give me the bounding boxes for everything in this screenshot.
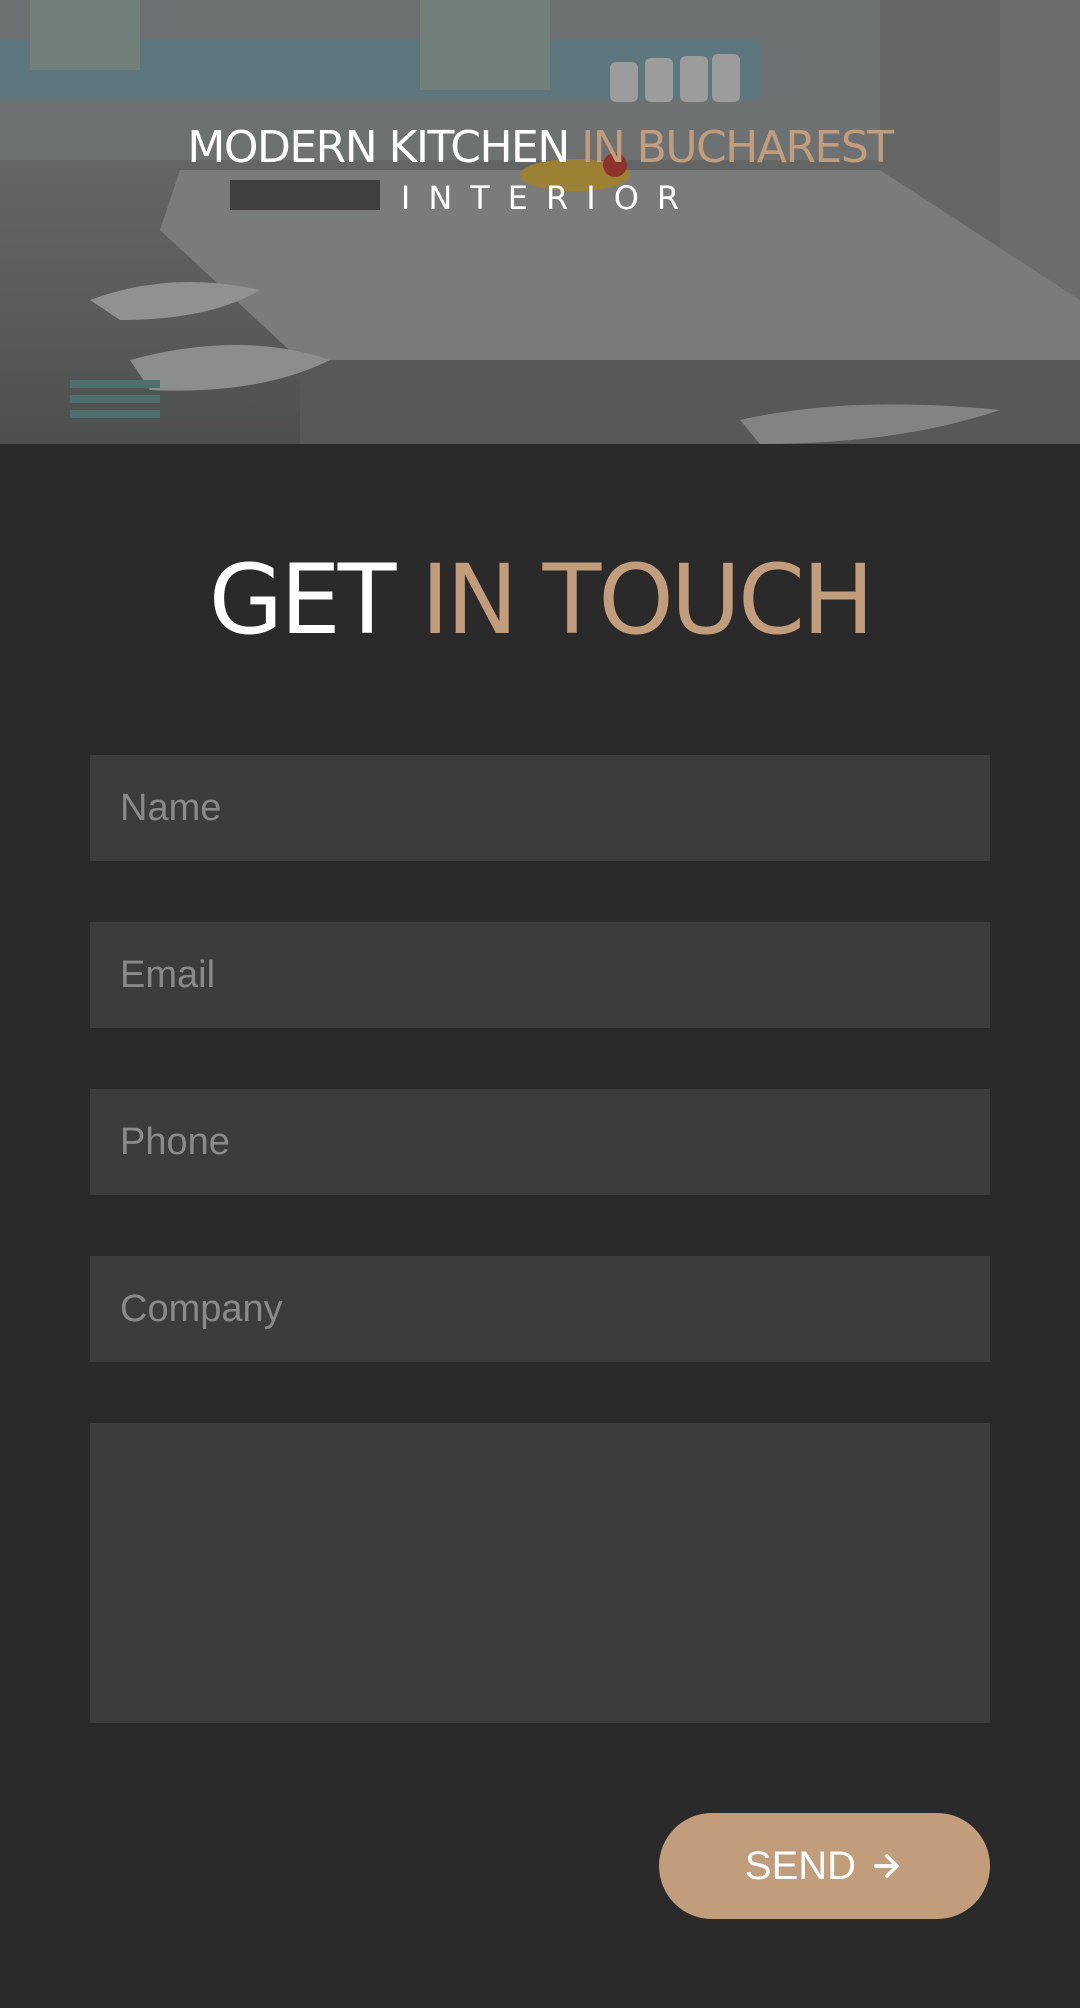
hero-title-main: MODERN KITCHEN bbox=[187, 122, 570, 173]
hero-overlay bbox=[0, 0, 1080, 444]
email-input[interactable] bbox=[90, 922, 990, 1028]
send-button-label: SEND bbox=[744, 1843, 857, 1888]
contact-heading-main: GET bbox=[208, 544, 397, 656]
hero-title: MODERN KITCHEN IN BUCHAREST bbox=[0, 118, 1080, 178]
page: MODERN KITCHEN IN BUCHAREST INTERIOR GET… bbox=[0, 0, 1080, 2008]
phone-input[interactable] bbox=[90, 1089, 990, 1195]
contact-heading: GET IN TOUCH bbox=[0, 540, 1080, 660]
company-input[interactable] bbox=[90, 1256, 990, 1362]
arrow-right-icon bbox=[870, 1849, 904, 1883]
contact-heading-accent: IN TOUCH bbox=[420, 544, 874, 656]
hero-subtitle: INTERIOR bbox=[400, 179, 698, 217]
send-button[interactable]: SEND bbox=[659, 1813, 990, 1919]
hero-title-accent: IN BUCHAREST bbox=[581, 122, 894, 173]
hero-banner: MODERN KITCHEN IN BUCHAREST INTERIOR bbox=[0, 0, 1080, 444]
name-input[interactable] bbox=[90, 755, 990, 861]
message-textarea[interactable] bbox=[90, 1423, 990, 1723]
hero-titles: MODERN KITCHEN IN BUCHAREST INTERIOR bbox=[0, 118, 1080, 218]
